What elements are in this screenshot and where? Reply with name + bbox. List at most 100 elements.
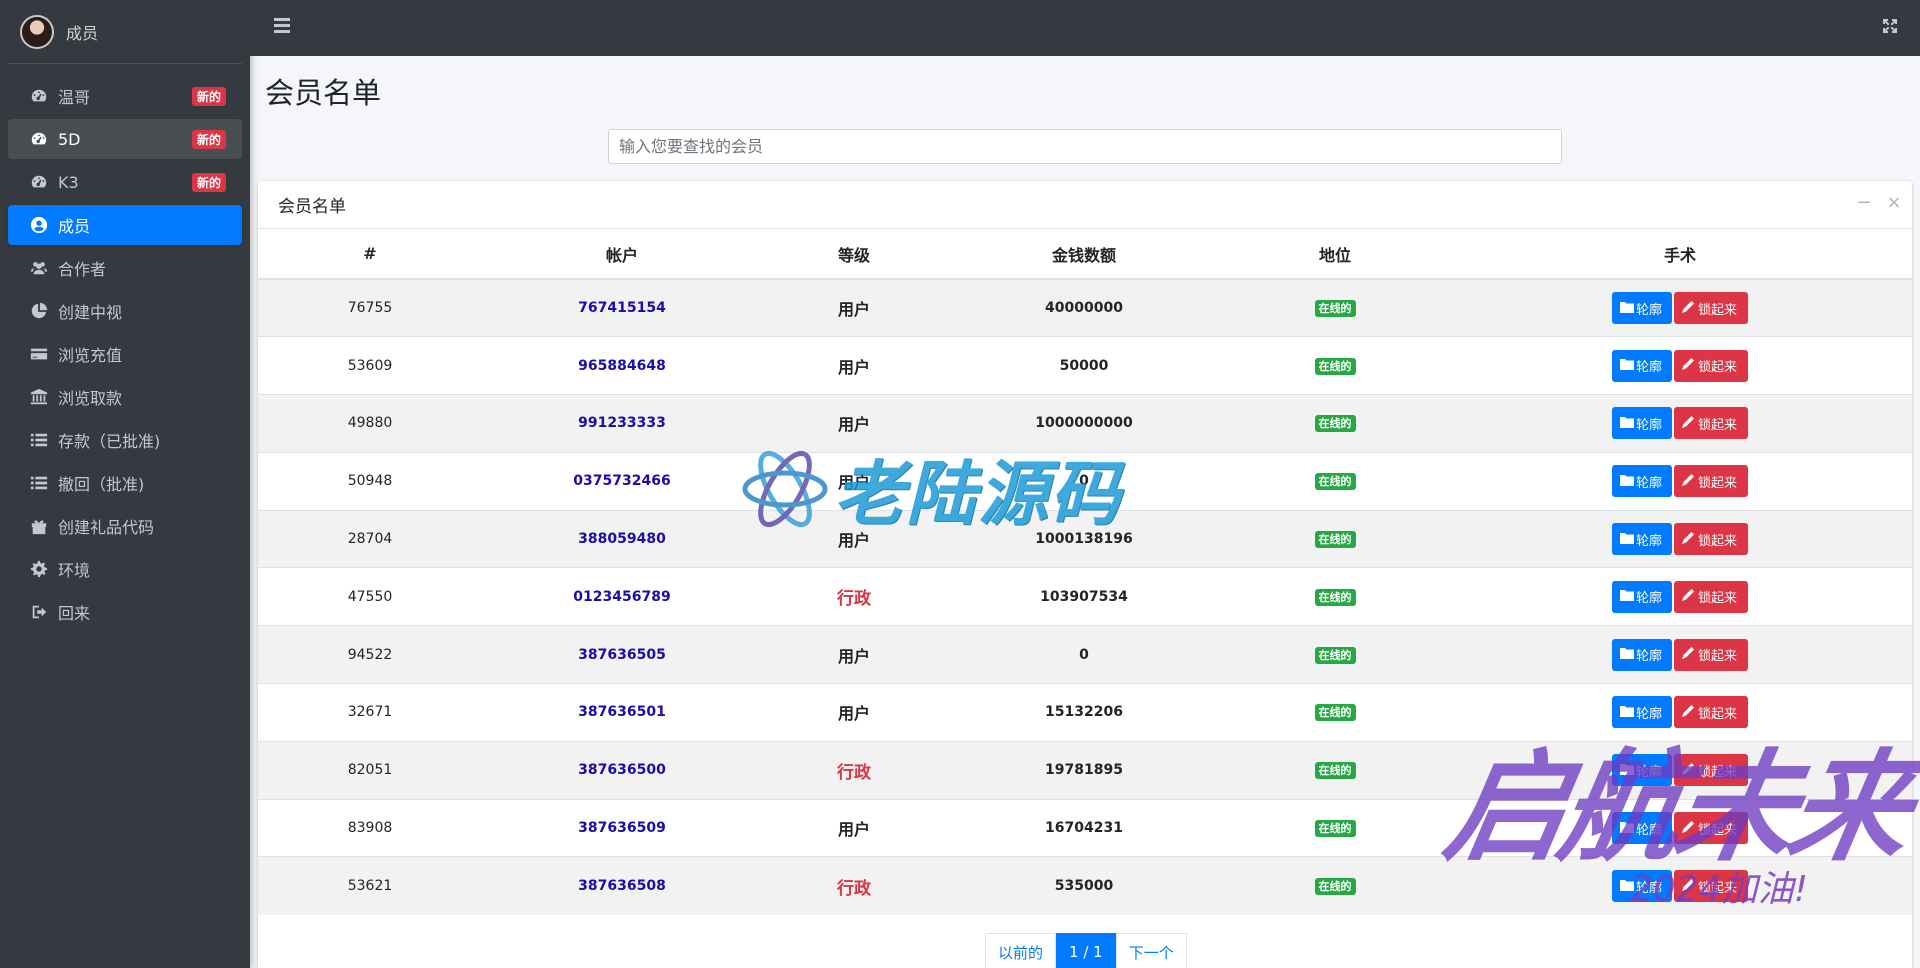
table-row: 94522 387636505 用户 0 在线的 轮廓 锁起来 [258, 625, 1912, 684]
cell-actions: 轮廓 锁起来 [1448, 451, 1912, 511]
cell-actions: 轮廓 锁起来 [1448, 798, 1912, 857]
sidebar-item-label: 合作者 [58, 260, 107, 279]
profile-button-label: 轮廓 [1636, 763, 1663, 779]
menu-toggle-icon[interactable] [274, 18, 290, 34]
account-link[interactable]: 387636500 [578, 762, 666, 778]
account-link[interactable]: 388059480 [578, 531, 666, 547]
account-link[interactable]: 387636508 [578, 878, 666, 894]
lock-button[interactable]: 锁起来 [1674, 696, 1748, 729]
sidebar-item-10[interactable]: 创建礼品代码 [8, 506, 242, 546]
lock-button[interactable]: 锁起来 [1674, 812, 1748, 845]
folder-icon [1620, 879, 1636, 894]
profile-button[interactable]: 轮廓 [1612, 523, 1672, 556]
profile-button-label: 轮廓 [1636, 705, 1663, 721]
list-icon [28, 474, 50, 492]
collapse-icon[interactable]: − [1856, 194, 1872, 212]
member-search-input[interactable] [608, 129, 1562, 164]
cell-level: 行政 [837, 589, 871, 610]
lock-button-label: 锁起来 [1698, 879, 1738, 895]
sidebar-item-9[interactable]: 撤回（批准) [8, 463, 242, 503]
sidebar-item-label: 5D [58, 129, 81, 149]
folder-icon [1620, 301, 1636, 316]
sidebar-item-8[interactable]: 存款（已批准) [8, 420, 242, 460]
profile-button-label: 轮廓 [1636, 532, 1663, 548]
close-icon[interactable]: × [1886, 194, 1902, 212]
tachometer-icon [28, 173, 50, 191]
sidebar-item-1[interactable]: 5D 新的 [8, 119, 242, 159]
lock-button[interactable]: 锁起来 [1674, 638, 1748, 671]
cell-id: 83908 [258, 798, 482, 857]
pencil-icon [1682, 762, 1698, 778]
current-page-button[interactable]: 1 / 1 [1056, 933, 1116, 968]
profile-button[interactable]: 轮廓 [1612, 754, 1672, 787]
profile-button-label: 轮廓 [1636, 474, 1663, 490]
folder-icon [1620, 589, 1636, 604]
profile-button[interactable]: 轮廓 [1612, 349, 1672, 382]
sidebar-item-label: 温哥 [58, 88, 91, 107]
lock-button-label: 锁起来 [1698, 648, 1738, 664]
sidebar-item-3[interactable]: 成员 [8, 205, 242, 245]
user-panel[interactable]: 成员 [8, 0, 242, 64]
account-link[interactable]: 991233333 [578, 415, 666, 431]
account-link[interactable]: 0375732466 [573, 473, 670, 489]
gift-icon [28, 517, 50, 535]
sidebar-item-7[interactable]: 浏览取款 [8, 377, 242, 417]
profile-button-label: 轮廓 [1636, 879, 1663, 895]
cell-id: 50948 [258, 451, 482, 511]
sidebar-item-0[interactable]: 温哥 新的 [8, 76, 242, 116]
profile-button[interactable]: 轮廓 [1612, 465, 1672, 498]
profile-button[interactable]: 轮廓 [1612, 580, 1672, 613]
prev-page-button[interactable]: 以前的 [985, 933, 1057, 968]
member-table: # 帐户 等级 金钱数额 地位 手术 76755 767415154 用户 40000… [258, 229, 1912, 915]
sidebar-item-4[interactable]: 合作者 [8, 248, 242, 288]
lock-button[interactable]: 锁起来 [1674, 349, 1748, 382]
account-link[interactable]: 767415154 [578, 300, 666, 316]
status-badge: 在线的 [1314, 415, 1356, 433]
profile-button[interactable]: 轮廓 [1612, 812, 1672, 845]
card-title: 会员名单 [278, 197, 346, 217]
profile-button[interactable]: 轮廓 [1612, 292, 1672, 325]
sidebar-item-label: 存款（已批准) [58, 432, 161, 451]
cell-actions: 轮廓 锁起来 [1448, 856, 1912, 915]
profile-button-label: 轮廓 [1636, 821, 1663, 837]
lock-button-label: 锁起来 [1698, 590, 1738, 606]
account-link[interactable]: 387636505 [578, 647, 666, 663]
table-row: 53609 965884648 用户 50000 在线的 轮廓 锁起来 [258, 336, 1912, 395]
cell-id: 32671 [258, 683, 482, 742]
pie-chart-icon [28, 302, 50, 320]
table-row: 47550 0123456789 行政 103907534 在线的 轮廓 锁起来 [258, 567, 1912, 626]
cell-money: 0 [1079, 646, 1089, 663]
account-link[interactable]: 0123456789 [573, 589, 670, 605]
column-header-level: 等级 [762, 229, 946, 280]
table-row: 50948 0375732466 用户 0 在线的 轮廓 锁起来 [258, 451, 1912, 511]
lock-button[interactable]: 锁起来 [1674, 292, 1748, 325]
next-page-button[interactable]: 下一个 [1115, 933, 1187, 968]
lock-button-label: 锁起来 [1698, 763, 1738, 779]
account-link[interactable]: 387636509 [578, 820, 666, 836]
sidebar-item-11[interactable]: 环境 [8, 549, 242, 589]
profile-button[interactable]: 轮廓 [1612, 696, 1672, 729]
profile-button[interactable]: 轮廓 [1612, 407, 1672, 440]
sidebar-item-12[interactable]: 回来 [8, 592, 242, 632]
avatar [20, 14, 54, 49]
sidebar-item-5[interactable]: 创建中视 [8, 291, 242, 331]
lock-button[interactable]: 锁起来 [1674, 870, 1748, 903]
profile-button[interactable]: 轮廓 [1612, 638, 1672, 671]
folder-icon [1620, 532, 1636, 547]
profile-button[interactable]: 轮廓 [1612, 870, 1672, 903]
cell-money: 19781895 [1045, 762, 1123, 779]
sidebar-item-2[interactable]: K3 新的 [8, 162, 242, 202]
table-row: 32671 387636501 用户 15132206 在线的 轮廓 锁起来 [258, 683, 1912, 742]
lock-button[interactable]: 锁起来 [1674, 754, 1748, 787]
lock-button[interactable]: 锁起来 [1674, 407, 1748, 440]
member-list-card: 会员名单 − × # 帐户 等级 金钱数额 地位 手术 76755 7674151… [258, 181, 1912, 968]
lock-button[interactable]: 锁起来 [1674, 580, 1748, 613]
pencil-icon [1682, 300, 1698, 316]
lock-button[interactable]: 锁起来 [1674, 523, 1748, 556]
account-link[interactable]: 965884648 [578, 358, 666, 374]
column-header-id: # [258, 229, 482, 280]
account-link[interactable]: 387636501 [578, 704, 666, 720]
sidebar-item-6[interactable]: 浏览充值 [8, 334, 242, 374]
fullscreen-icon[interactable] [1882, 18, 1898, 34]
lock-button[interactable]: 锁起来 [1674, 465, 1748, 498]
